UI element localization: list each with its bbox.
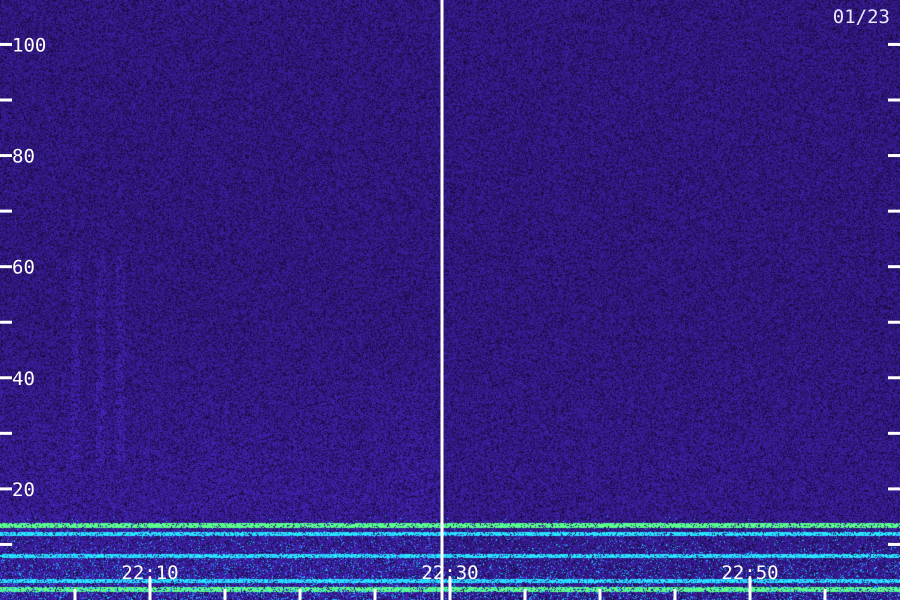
y-axis-left: 20 40 60 80 100: [0, 34, 46, 546]
date-label: 01/23: [833, 6, 890, 28]
x-axis: 22:10 22:30 22:50: [73, 562, 827, 600]
y-tick-label: 80: [12, 146, 35, 168]
chart-overlay: 20 40 60 80 100 22:10 22:30 22:50 01/23: [0, 0, 900, 600]
y-tick-label: 60: [12, 257, 35, 279]
y-axis-right: [888, 42, 900, 546]
x-tick-label: 22:10: [121, 562, 178, 584]
x-tick-label: 22:50: [721, 562, 778, 584]
x-tick-label: 22:30: [421, 562, 478, 584]
y-tick-label: 100: [12, 34, 46, 56]
y-tick-label: 20: [12, 479, 35, 501]
y-tick-label: 40: [12, 368, 35, 390]
